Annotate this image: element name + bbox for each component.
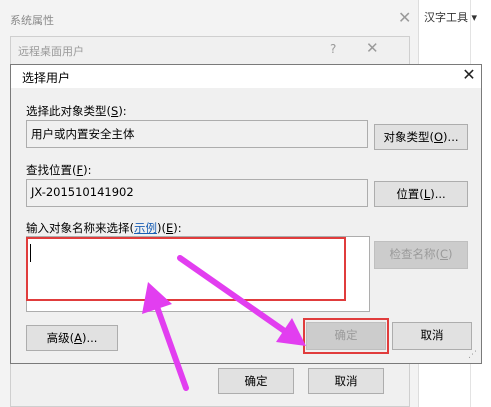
object-types-button[interactable]: 对象类型(O)... <box>374 124 468 150</box>
close-icon[interactable]: ✕ <box>366 39 379 57</box>
dialog-title: 选择用户 <box>22 71 71 85</box>
locations-button[interactable]: 位置(L)... <box>374 181 468 207</box>
examples-link[interactable]: 示例 <box>134 221 157 235</box>
help-icon[interactable]: ? <box>330 42 336 56</box>
advanced-button[interactable]: 高级(A)... <box>26 325 118 351</box>
check-names-button[interactable]: 检查名称(C) <box>374 241 468 269</box>
back-ok-button[interactable]: 确定 <box>218 368 294 394</box>
resize-grip-icon[interactable]: ⋰ <box>468 350 477 360</box>
location-field: JX-201510141902 <box>26 179 368 207</box>
close-icon[interactable]: ✕ <box>398 8 411 27</box>
back-cancel-button[interactable]: 取消 <box>308 368 384 394</box>
close-icon[interactable]: ✕ <box>459 65 479 84</box>
highlight-box-input <box>26 237 346 301</box>
cancel-button[interactable]: 取消 <box>392 322 472 350</box>
tools-menu[interactable]: 汉字工具 ▾ <box>424 9 477 25</box>
dialog-titlebar <box>11 65 481 88</box>
object-names-label: 输入对象名称来选择(示例)(E): <box>26 221 182 235</box>
system-properties-title: 系统属性 <box>10 14 54 27</box>
remote-desktop-users-title: 远程桌面用户 <box>18 45 84 58</box>
location-label: 查找位置(F): <box>26 163 92 177</box>
object-type-label: 选择此对象类型(S): <box>26 104 127 118</box>
object-type-field: 用户或内置安全主体 <box>26 120 368 148</box>
highlight-box-ok <box>303 318 389 354</box>
